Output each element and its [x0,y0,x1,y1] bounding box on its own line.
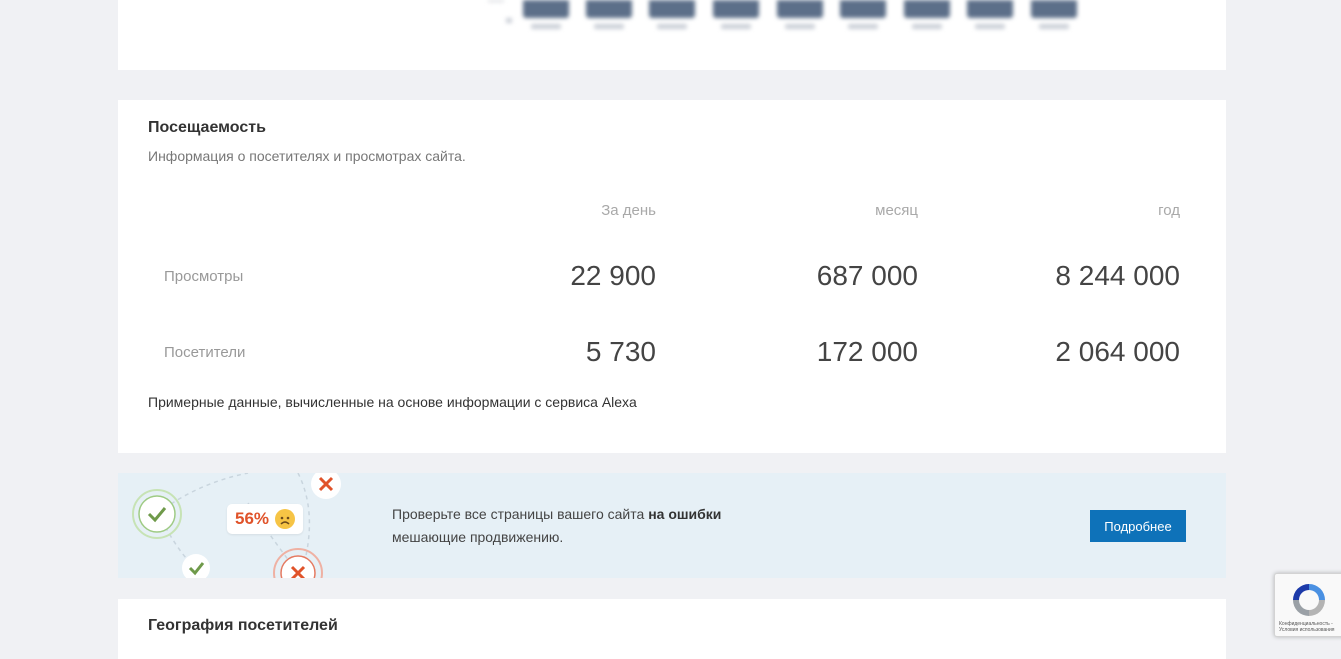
blurred-bar [523,0,569,18]
sad-face-icon [275,509,296,529]
section-title: Посещаемость [148,119,266,136]
visitors-day-value: 5 730 [585,336,656,367]
error-percent: 56% [234,509,270,528]
blurred-bar [967,0,1013,18]
site-audit-banner: 56% Проверьте все страницы вашего сайта … [118,473,1226,578]
blurred-bar [713,0,759,18]
row-label-visitors: Посетители [164,344,246,361]
visitors-year-value: 2 064 000 [1055,336,1180,367]
close-icon [311,473,341,499]
blurred-chart [488,0,1088,40]
close-icon [273,548,323,578]
details-button[interactable]: Подробнее [1090,510,1186,542]
row-label-views: Просмотры [164,268,244,285]
blurred-bar [840,0,886,18]
error-percent-badge: 56% [227,504,303,534]
column-header-month: месяц [875,202,918,219]
blurred-bar [904,0,950,18]
chart-card [118,0,1226,70]
blurred-bar [586,0,632,18]
views-year-value: 8 244 000 [1055,260,1180,291]
views-day-value: 22 900 [570,260,656,291]
recaptcha-icon [1293,584,1325,616]
banner-highlight: на ошибки [648,506,722,522]
section-title: География посетителей [148,617,338,634]
recaptcha-badge[interactable]: Конфиденциальность - Условия использован… [1274,573,1341,637]
blurred-bar [649,0,695,18]
banner-text: Проверьте все страницы вашего сайта на о… [392,506,722,545]
check-icon [132,489,182,539]
blurred-bar [1031,0,1077,18]
data-source-note: Примерные данные, вычисленные на основе … [148,394,637,410]
column-header-year: год [1158,202,1180,219]
geography-card: География посетителей [118,599,1226,659]
recaptcha-links: Конфиденциальность - Условия использован… [1279,621,1335,633]
section-subtitle: Информация о посетителях и просмотрах са… [148,148,466,164]
views-month-value: 687 000 [816,260,918,291]
visitors-month-value: 172 000 [816,336,918,367]
check-icon [182,554,210,578]
blurred-bar [777,0,823,18]
traffic-card: Посещаемость Информация о посетителях и … [118,100,1226,453]
column-header-day: За день [601,202,656,219]
